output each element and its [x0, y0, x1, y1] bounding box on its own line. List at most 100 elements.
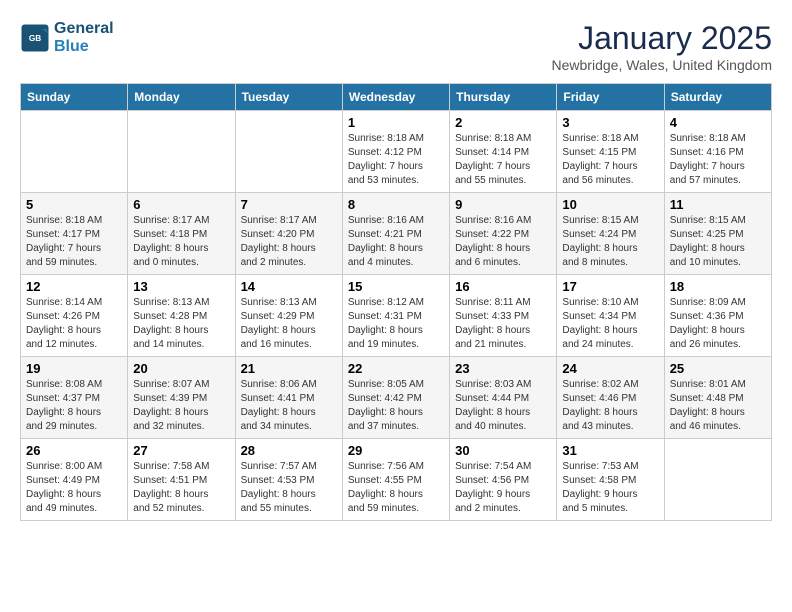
day-number: 31 [562, 443, 658, 458]
calendar-cell: 13Sunrise: 8:13 AM Sunset: 4:28 PM Dayli… [128, 275, 235, 357]
day-info: Sunrise: 7:57 AM Sunset: 4:53 PM Dayligh… [241, 460, 337, 516]
day-info: Sunrise: 8:09 AM Sunset: 4:36 PM Dayligh… [670, 296, 766, 352]
month-year-title: January 2025 [552, 20, 772, 57]
day-number: 1 [348, 115, 444, 130]
calendar-cell: 23Sunrise: 8:03 AM Sunset: 4:44 PM Dayli… [450, 357, 557, 439]
calendar-cell: 8 Sunrise: 8:16 AM Sunset: 4:21 PM Daylig… [342, 193, 449, 275]
weekday-header-friday: Friday [557, 84, 664, 111]
calendar-cell: 20 Sunrise: 8:07 AM Sunset: 4:39 PM Dayli… [128, 357, 235, 439]
calendar-cell: 16 Sunrise: 8:11 AM Sunset: 4:33 PM Dayli… [450, 275, 557, 357]
day-info: Sunrise: 8:05 AM Sunset: 4:42 PM Dayligh… [348, 378, 444, 434]
calendar-cell: 2Sunrise: 8:18 AM Sunset: 4:14 PM Daylig… [450, 111, 557, 193]
logo-text-blue: Blue [54, 38, 114, 56]
weekday-header-row: SundayMondayTuesdayWednesdayThursdayFrid… [21, 84, 772, 111]
day-info: Sunrise: 8:14 AM Sunset: 4:26 PM Dayligh… [26, 296, 122, 352]
day-number: 18 [670, 279, 766, 294]
day-number: 26 [26, 443, 122, 458]
calendar-cell: 17 Sunrise: 8:10 AM Sunset: 4:34 PM Dayli… [557, 275, 664, 357]
day-info: Sunrise: 7:53 AM Sunset: 4:58 PM Dayligh… [562, 460, 658, 516]
calendar-week-row: 1 Sunrise: 8:18 AM Sunset: 4:12 PM Daylig… [21, 111, 772, 193]
calendar-cell: 12 Sunrise: 8:14 AM Sunset: 4:26 PM Dayli… [21, 275, 128, 357]
day-info: Sunrise: 8:16 AM Sunset: 4:22 PM Dayligh… [455, 214, 551, 270]
weekday-header-monday: Monday [128, 84, 235, 111]
calendar-cell: 29Sunrise: 7:56 AM Sunset: 4:55 PM Dayli… [342, 439, 449, 521]
calendar-cell: 31 Sunrise: 7:53 AM Sunset: 4:58 PM Dayli… [557, 439, 664, 521]
weekday-header-thursday: Thursday [450, 84, 557, 111]
day-info: Sunrise: 8:08 AM Sunset: 4:37 PM Dayligh… [26, 378, 122, 434]
svg-text:GB: GB [29, 34, 41, 43]
calendar-cell: 6 Sunrise: 8:17 AM Sunset: 4:18 PM Daylig… [128, 193, 235, 275]
calendar-cell: 1 Sunrise: 8:18 AM Sunset: 4:12 PM Daylig… [342, 111, 449, 193]
calendar-week-row: 12 Sunrise: 8:14 AM Sunset: 4:26 PM Dayli… [21, 275, 772, 357]
calendar-cell [128, 111, 235, 193]
day-number: 15 [348, 279, 444, 294]
day-info: Sunrise: 8:01 AM Sunset: 4:48 PM Dayligh… [670, 378, 766, 434]
weekday-header-sunday: Sunday [21, 84, 128, 111]
day-number: 20 [133, 361, 229, 376]
day-number: 22 [348, 361, 444, 376]
day-number: 3 [562, 115, 658, 130]
day-info: Sunrise: 8:00 AM Sunset: 4:49 PM Dayligh… [26, 460, 122, 516]
day-info: Sunrise: 8:18 AM Sunset: 4:16 PM Dayligh… [670, 132, 766, 188]
day-info: Sunrise: 8:18 AM Sunset: 4:12 PM Dayligh… [348, 132, 444, 188]
calendar-cell [235, 111, 342, 193]
day-number: 21 [241, 361, 337, 376]
calendar-cell: 27Sunrise: 7:58 AM Sunset: 4:51 PM Dayli… [128, 439, 235, 521]
day-number: 16 [455, 279, 551, 294]
calendar-week-row: 26 Sunrise: 8:00 AM Sunset: 4:49 PM Dayli… [21, 439, 772, 521]
day-number: 13 [133, 279, 229, 294]
day-info: Sunrise: 8:15 AM Sunset: 4:25 PM Dayligh… [670, 214, 766, 270]
day-number: 4 [670, 115, 766, 130]
day-number: 7 [241, 197, 337, 212]
calendar-cell: 4 Sunrise: 8:18 AM Sunset: 4:16 PM Daylig… [664, 111, 771, 193]
calendar-cell: 18 Sunrise: 8:09 AM Sunset: 4:36 PM Dayli… [664, 275, 771, 357]
day-info: Sunrise: 7:54 AM Sunset: 4:56 PM Dayligh… [455, 460, 551, 516]
day-info: Sunrise: 8:13 AM Sunset: 4:29 PM Dayligh… [241, 296, 337, 352]
page-header: GB General Blue January 2025 Newbridge, … [20, 20, 772, 73]
day-number: 27 [133, 443, 229, 458]
day-number: 17 [562, 279, 658, 294]
day-number: 5 [26, 197, 122, 212]
weekday-header-saturday: Saturday [664, 84, 771, 111]
day-info: Sunrise: 8:11 AM Sunset: 4:33 PM Dayligh… [455, 296, 551, 352]
day-info: Sunrise: 8:10 AM Sunset: 4:34 PM Dayligh… [562, 296, 658, 352]
day-number: 28 [241, 443, 337, 458]
calendar-cell: 25 Sunrise: 8:01 AM Sunset: 4:48 PM Dayli… [664, 357, 771, 439]
day-info: Sunrise: 8:16 AM Sunset: 4:21 PM Dayligh… [348, 214, 444, 270]
day-number: 12 [26, 279, 122, 294]
day-info: Sunrise: 7:56 AM Sunset: 4:55 PM Dayligh… [348, 460, 444, 516]
calendar-cell: 26 Sunrise: 8:00 AM Sunset: 4:49 PM Dayli… [21, 439, 128, 521]
logo-icon: GB [20, 23, 50, 53]
calendar-cell: 3Sunrise: 8:18 AM Sunset: 4:15 PM Daylig… [557, 111, 664, 193]
day-number: 2 [455, 115, 551, 130]
calendar-cell: 5 Sunrise: 8:18 AM Sunset: 4:17 PM Daylig… [21, 193, 128, 275]
calendar-cell: 30 Sunrise: 7:54 AM Sunset: 4:56 PM Dayli… [450, 439, 557, 521]
day-info: Sunrise: 8:17 AM Sunset: 4:20 PM Dayligh… [241, 214, 337, 270]
calendar-cell: 28 Sunrise: 7:57 AM Sunset: 4:53 PM Dayli… [235, 439, 342, 521]
day-number: 25 [670, 361, 766, 376]
day-info: Sunrise: 8:03 AM Sunset: 4:44 PM Dayligh… [455, 378, 551, 434]
day-number: 8 [348, 197, 444, 212]
calendar-cell [664, 439, 771, 521]
calendar-table: SundayMondayTuesdayWednesdayThursdayFrid… [20, 83, 772, 521]
day-info: Sunrise: 8:15 AM Sunset: 4:24 PM Dayligh… [562, 214, 658, 270]
day-number: 30 [455, 443, 551, 458]
calendar-cell: 10 Sunrise: 8:15 AM Sunset: 4:24 PM Dayli… [557, 193, 664, 275]
day-info: Sunrise: 8:17 AM Sunset: 4:18 PM Dayligh… [133, 214, 229, 270]
day-number: 10 [562, 197, 658, 212]
day-info: Sunrise: 8:07 AM Sunset: 4:39 PM Dayligh… [133, 378, 229, 434]
logo: GB General Blue [20, 20, 114, 55]
calendar-week-row: 19Sunrise: 8:08 AM Sunset: 4:37 PM Dayli… [21, 357, 772, 439]
calendar-cell: 11Sunrise: 8:15 AM Sunset: 4:25 PM Dayli… [664, 193, 771, 275]
day-info: Sunrise: 8:12 AM Sunset: 4:31 PM Dayligh… [348, 296, 444, 352]
day-info: Sunrise: 8:06 AM Sunset: 4:41 PM Dayligh… [241, 378, 337, 434]
day-info: Sunrise: 8:18 AM Sunset: 4:17 PM Dayligh… [26, 214, 122, 270]
calendar-cell: 15 Sunrise: 8:12 AM Sunset: 4:31 PM Dayli… [342, 275, 449, 357]
location-subtitle: Newbridge, Wales, United Kingdom [552, 57, 772, 73]
calendar-cell: 14Sunrise: 8:13 AM Sunset: 4:29 PM Dayli… [235, 275, 342, 357]
calendar-cell: 7 Sunrise: 8:17 AM Sunset: 4:20 PM Daylig… [235, 193, 342, 275]
logo-text-general: General [54, 20, 114, 38]
calendar-cell: 24Sunrise: 8:02 AM Sunset: 4:46 PM Dayli… [557, 357, 664, 439]
day-number: 6 [133, 197, 229, 212]
calendar-cell: 21 Sunrise: 8:06 AM Sunset: 4:41 PM Dayli… [235, 357, 342, 439]
